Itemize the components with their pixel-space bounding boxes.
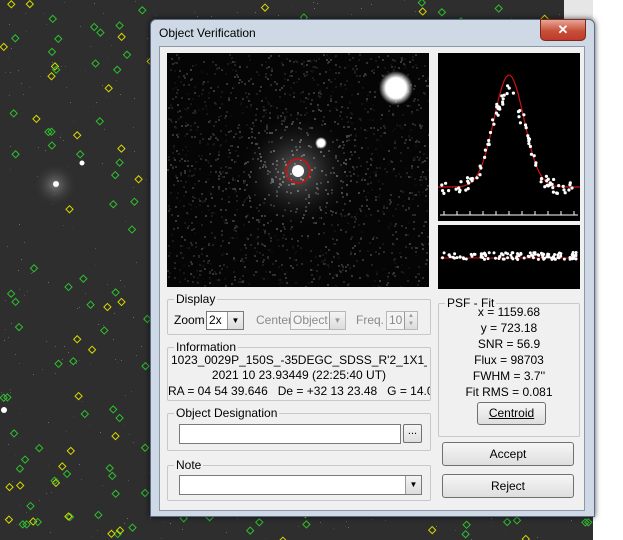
zoom-select[interactable]: 2x ▼ [206,311,244,330]
dialog-client-area: Display Zoom 2x ▼ Center Object ▼ Freq. … [159,46,585,511]
psf-values: x = 1159.68 y = 723.18 SNR = 56.9 Flux =… [439,305,579,405]
psf-x: x = 1159.68 [477,305,541,319]
center-label: Center [256,313,293,327]
chevron-down-icon[interactable]: ▼ [227,312,243,329]
information-legend: Information [176,340,237,354]
spin-arrows-icon[interactable]: ▲ ▼ [404,312,417,329]
psf-fit-rms: Fit RMS = 0.081 [465,385,553,399]
info-coordinates: RA = 04 54 39.646 De = +32 13 23.48 G = … [168,384,430,398]
object-verification-window: Object Verification ✕ Display Zoom 2x ▼ … [150,19,595,517]
freq-label: Freq. [356,313,385,327]
center-select[interactable]: Object ▼ [290,311,346,330]
centroid-button[interactable]: Centroid [477,402,546,425]
object-image-view[interactable] [167,53,429,287]
accept-button[interactable]: Accept [442,442,574,466]
ellipsis-icon: ... [407,425,418,437]
display-legend: Display [176,292,216,306]
psf-y: y = 723.18 [480,321,538,335]
info-datetime: 2021 10 23.93449 (22:25:40 UT) [211,368,387,382]
object-designation-legend: Object Designation [176,406,278,420]
info-filename: 1023_0029P_150S_-35DEGC_SDSS_R'2_1X1_XXX… [171,353,427,367]
psf-flux: Flux = 98703 [474,353,544,367]
reject-button[interactable]: Reject [442,474,574,498]
zoom-label: Zoom [174,313,205,327]
psf-residual-plot [438,225,580,289]
psf-profile-plot [438,53,580,221]
close-button[interactable]: ✕ [540,19,586,41]
browse-button[interactable]: ... [403,424,422,443]
chevron-down-icon[interactable]: ▼ [405,476,421,494]
window-title: Object Verification [159,26,256,40]
note-combobox[interactable]: ▼ [179,475,422,495]
information-text: 1023_0029P_150S_-35DEGC_SDSS_R'2_1X1_XXX… [168,353,430,399]
object-designation-input[interactable] [179,424,401,444]
title-bar[interactable]: Object Verification ✕ [151,19,594,46]
freq-spinner[interactable]: 10 ▲ ▼ [386,311,418,330]
psf-fwhm: FWHM = 3.7'' [472,369,546,383]
note-legend: Note [176,458,202,472]
close-icon: ✕ [557,22,569,37]
psf-snr: SNR = 56.9 [477,337,541,351]
chevron-down-icon[interactable]: ▼ [329,312,345,329]
